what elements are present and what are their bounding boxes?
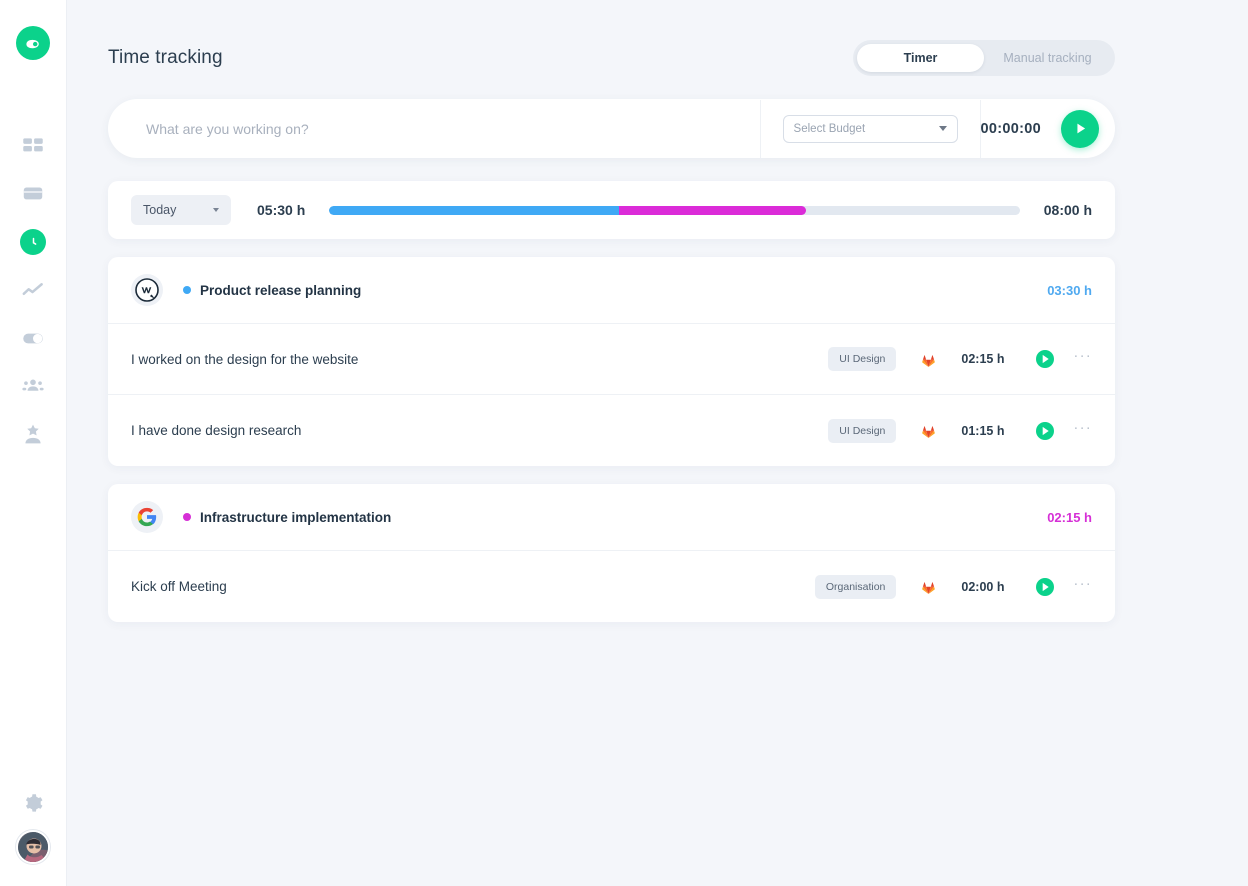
avatar-photo (18, 832, 48, 862)
project-color-dot (183, 513, 191, 521)
gitlab-icon (922, 582, 936, 594)
task-play-button[interactable] (1035, 349, 1055, 369)
task-duration: 02:15 h (961, 352, 1005, 366)
project-card: Product release planning 03:30 h I worke… (108, 257, 1115, 466)
daily-summary: Today 05:30 h 08:00 h (108, 181, 1115, 239)
tab-manual-tracking[interactable]: Manual tracking (984, 44, 1111, 72)
task-more-options[interactable]: ··· (1073, 348, 1092, 366)
contrast-icon (23, 333, 43, 344)
project-total-time: 02:15 h (1047, 509, 1092, 525)
task-meta: UI Design 02:15 h ··· (828, 347, 1092, 371)
sidebar-footer (16, 792, 50, 864)
project-name: Product release planning (200, 282, 362, 298)
date-range-label: Today (143, 203, 177, 217)
progress-bar (329, 205, 1020, 215)
sidebar-item-dashboard[interactable] (13, 122, 53, 170)
play-icon (1076, 123, 1085, 134)
google-logo-icon (137, 507, 157, 527)
play-icon (1036, 577, 1055, 596)
start-timer-button[interactable] (1061, 109, 1099, 148)
page-header: Time tracking Timer Manual tracking (108, 0, 1248, 76)
play-icon (1036, 350, 1055, 368)
avatar[interactable] (16, 830, 50, 864)
task-more-options[interactable]: ··· (1073, 576, 1092, 594)
project-card: Infrastructure implementation 02:15 h Ki… (108, 484, 1115, 622)
project-avatar (131, 501, 163, 533)
sidebar-item-reports[interactable] (13, 266, 53, 314)
task-tag[interactable]: UI Design (828, 347, 897, 371)
date-range-select[interactable]: Today (131, 195, 231, 225)
project-header[interactable]: Infrastructure implementation 02:15 h (108, 484, 1115, 551)
progress-segment-magenta (619, 205, 806, 215)
task-title: I have done design research (131, 423, 302, 438)
active-indicator (20, 229, 46, 255)
play-icon (1036, 421, 1055, 440)
clock-wrap: 00:00:00 (980, 109, 1115, 148)
task-description-input[interactable] (108, 99, 760, 158)
gear-icon[interactable] (22, 792, 44, 814)
task-play-button[interactable] (1035, 577, 1055, 597)
chevron-down-icon (938, 126, 947, 131)
elapsed-time: 00:00:00 (980, 120, 1041, 137)
star-user-icon (25, 424, 41, 444)
sidebar (0, 0, 67, 886)
task-more-options[interactable]: ··· (1073, 420, 1092, 438)
chart-line-icon (22, 283, 43, 296)
sidebar-item-team[interactable] (13, 362, 53, 410)
task-row: I worked on the design for the website U… (108, 324, 1115, 395)
project-color-dot (183, 286, 191, 294)
budget-wrap: Select Budget (761, 114, 980, 143)
task-row: Kick off Meeting Organisation 02:00 h ··… (108, 551, 1115, 622)
task-tag[interactable]: Organisation (814, 574, 897, 599)
wordpress-logo-icon (135, 278, 159, 302)
task-row: I have done design research UI Design 01… (108, 395, 1115, 466)
task-play-button[interactable] (1035, 421, 1055, 441)
project-header[interactable]: Product release planning 03:30 h (108, 257, 1115, 324)
gitlab-icon (922, 426, 936, 438)
gitlab-icon (922, 354, 936, 367)
tab-timer[interactable]: Timer (857, 44, 984, 72)
progress-segment-blue (329, 205, 620, 215)
people-icon (22, 379, 44, 391)
grid-icon (23, 138, 43, 152)
main-content: Time tracking Timer Manual tracking Sele… (67, 0, 1248, 886)
project-avatar (131, 274, 163, 306)
app-logo[interactable] (16, 26, 50, 60)
sidebar-nav (13, 122, 53, 458)
app-root: Time tracking Timer Manual tracking Sele… (0, 0, 1248, 886)
task-duration: 01:15 h (961, 423, 1005, 438)
tracked-hours: 05:30 h (257, 202, 306, 218)
sidebar-item-clients[interactable] (13, 410, 53, 458)
sidebar-item-projects[interactable] (13, 170, 53, 218)
task-tag[interactable]: UI Design (828, 418, 897, 443)
task-meta: UI Design 01:15 h ··· (828, 418, 1092, 443)
mode-toggle: Timer Manual tracking (853, 40, 1115, 76)
chevron-down-icon (213, 208, 219, 212)
wallet-icon (23, 187, 43, 200)
logo-glyph (26, 39, 39, 49)
clock-icon (32, 237, 36, 245)
goal-hours: 08:00 h (1043, 202, 1092, 218)
project-total-time: 03:30 h (1047, 282, 1092, 298)
budget-select[interactable]: Select Budget (782, 114, 958, 143)
budget-select-label: Select Budget (793, 122, 866, 135)
project-name: Infrastructure implementation (200, 509, 392, 525)
timer-bar: Select Budget 00:00:00 (108, 99, 1115, 158)
task-title: I worked on the design for the website (131, 351, 359, 367)
task-duration: 02:00 h (961, 579, 1005, 594)
task-meta: Organisation 02:00 h ··· (814, 574, 1092, 599)
page-title: Time tracking (108, 47, 223, 68)
sidebar-item-time-tracking[interactable] (13, 218, 53, 266)
task-title: Kick off Meeting (131, 579, 227, 594)
sidebar-item-toggle[interactable] (13, 314, 53, 362)
